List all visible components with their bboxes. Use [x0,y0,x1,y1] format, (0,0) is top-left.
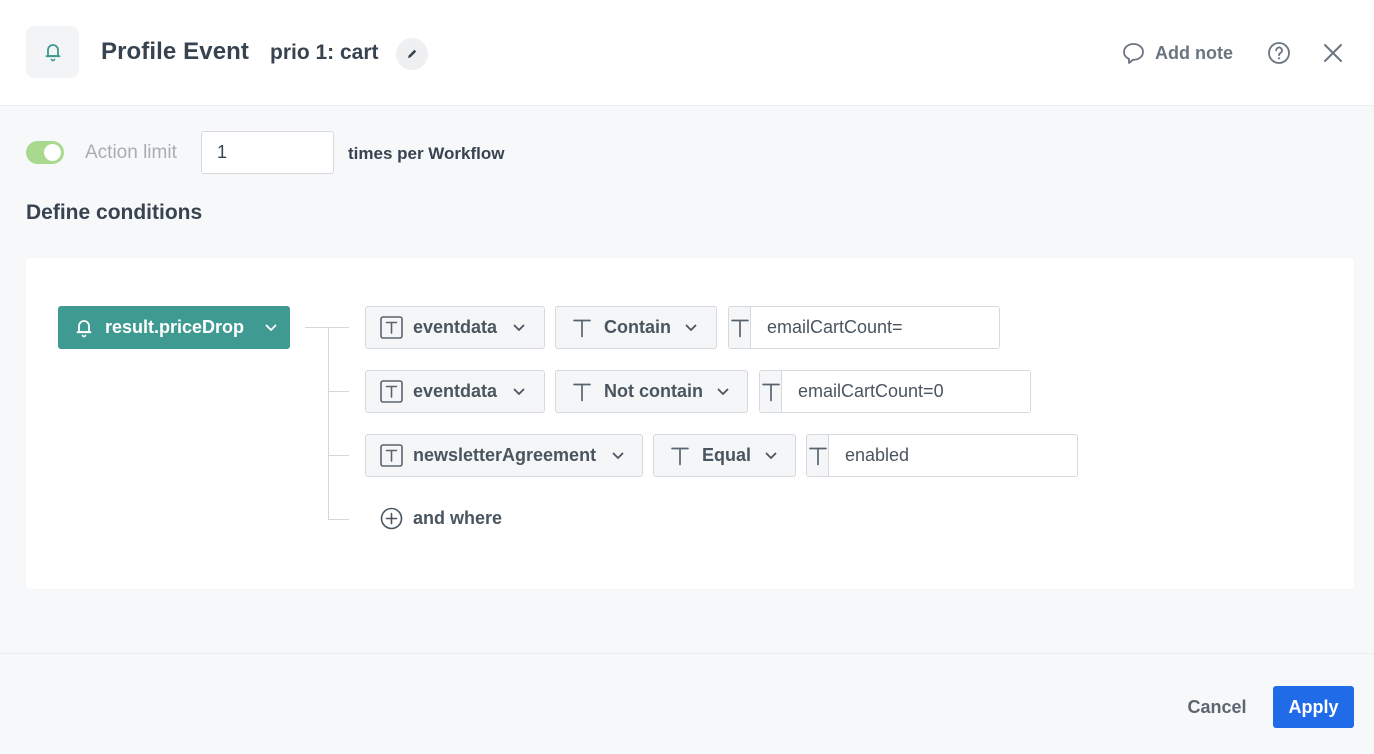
pencil-icon [408,49,417,58]
text-type-icon [808,447,827,465]
value-field [728,306,1000,349]
plus-circle-icon [380,507,403,530]
operator-select[interactable]: Not contain [555,370,748,413]
modal-footer [0,653,1374,754]
bell-icon [76,319,92,337]
value-type-button[interactable] [760,371,782,412]
add-note-button[interactable]: Add note [1121,39,1233,67]
cancel-button[interactable]: Cancel [1176,686,1258,728]
value-input[interactable] [782,371,1030,412]
text-box-icon [380,316,403,339]
operator-select[interactable]: Contain [555,306,717,349]
value-field [806,434,1078,477]
page-title: Profile Event [101,38,250,65]
action-limit-label: Action limit [85,142,177,163]
question-circle-icon [1268,42,1290,64]
action-limit-input[interactable] [201,131,334,174]
toggle-knob [44,144,61,161]
apply-button[interactable]: Apply [1273,686,1354,728]
operator-select[interactable]: Equal [653,434,796,477]
event-selector[interactable]: result.priceDrop [58,306,290,349]
param-label: eventdata [413,317,498,337]
connector-line [305,327,349,328]
node-name: prio 1: cart [270,41,379,64]
value-input[interactable] [829,435,1077,476]
chevron-down-icon [612,452,624,459]
connector-line [328,327,329,520]
text-box-icon [380,444,403,467]
chevron-down-icon [765,452,777,459]
chevron-down-icon [513,324,525,331]
action-limit-suffix: times per Workflow [348,144,505,163]
bell-icon [45,44,60,62]
add-condition-button[interactable]: and where [380,507,502,530]
add-condition-label: and where [413,508,503,528]
value-type-button[interactable] [807,435,829,476]
operator-label: Contain [604,317,671,337]
event-name: result.priceDrop [105,317,245,337]
chevron-down-icon [685,324,697,331]
param-select[interactable]: newsletterAgreement [365,434,643,477]
connector-line [328,519,349,520]
text-type-icon [761,383,780,401]
text-box-icon [380,380,403,403]
param-label: newsletterAgreement [413,445,597,465]
action-limit-toggle[interactable] [26,141,64,164]
close-icon [1324,44,1342,62]
chevron-down-icon [513,388,525,395]
event-type-badge [26,26,79,78]
param-select[interactable]: eventdata [365,306,545,349]
connector-line [328,391,349,392]
text-type-icon [573,319,591,337]
param-label: eventdata [413,381,498,401]
text-type-icon [671,447,689,465]
section-title: Define conditions [26,201,203,224]
help-button[interactable] [1266,40,1292,66]
value-input[interactable] [751,307,999,348]
text-type-icon [730,319,749,337]
value-type-button[interactable] [729,307,751,348]
text-type-icon [573,383,591,401]
close-button[interactable] [1320,40,1346,66]
connector-line [328,455,349,456]
operator-label: Not contain [604,381,703,401]
param-select[interactable]: eventdata [365,370,545,413]
value-field [759,370,1031,413]
speech-bubble-icon [1123,42,1144,64]
add-note-label: Add note [1155,42,1233,63]
modal-header: Profile Event prio 1: cart Add note [0,0,1374,106]
chevron-down-icon [717,388,729,395]
operator-label: Equal [702,445,752,465]
edit-name-button[interactable] [396,38,428,70]
chevron-down-icon [265,324,277,331]
